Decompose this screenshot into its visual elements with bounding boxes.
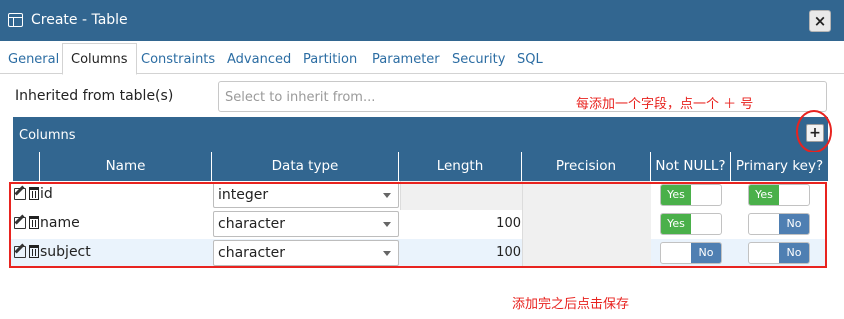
tab-bar: General Columns Constraints Advanced Par… <box>0 41 844 75</box>
inherit-placeholder: Select to inherit from... <box>225 90 376 105</box>
annotation-add-hint: 每添加一个字段，点一个 ＋ 号 <box>576 97 754 112</box>
columns-panel-header: Columns <box>13 117 828 152</box>
grid-header-data-type: Data type <box>212 152 399 181</box>
tab-constraints[interactable]: Constraints <box>141 52 215 67</box>
close-button[interactable]: × <box>809 10 831 32</box>
grid-header-not-null: Not NULL? <box>651 152 731 181</box>
tab-security[interactable]: Security <box>452 52 505 67</box>
annotation-circle <box>796 110 832 153</box>
inherit-label: Inherited from table(s) <box>15 88 174 104</box>
grid-header-name: Name <box>40 152 212 181</box>
tab-advanced[interactable]: Advanced <box>227 52 291 67</box>
tab-columns[interactable]: Columns <box>62 43 137 75</box>
tab-general[interactable]: General <box>8 52 59 67</box>
grid-header-actions <box>13 152 40 181</box>
grid-header-precision: Precision <box>522 152 651 181</box>
tab-partition[interactable]: Partition <box>303 52 357 67</box>
columns-panel-title: Columns <box>19 128 76 143</box>
table-icon <box>8 13 23 27</box>
grid-header-length: Length <box>399 152 522 181</box>
grid-header-primary-key: Primary key? <box>731 152 828 181</box>
dialog-title: Create - Table <box>31 12 128 28</box>
tab-parameter[interactable]: Parameter <box>372 52 440 67</box>
tab-sql[interactable]: SQL <box>517 52 543 67</box>
annotation-rows-box <box>9 182 827 268</box>
annotation-save-hint: 添加完之后点击保存 <box>512 297 630 312</box>
dialog-titlebar: Create - Table × <box>0 0 844 41</box>
